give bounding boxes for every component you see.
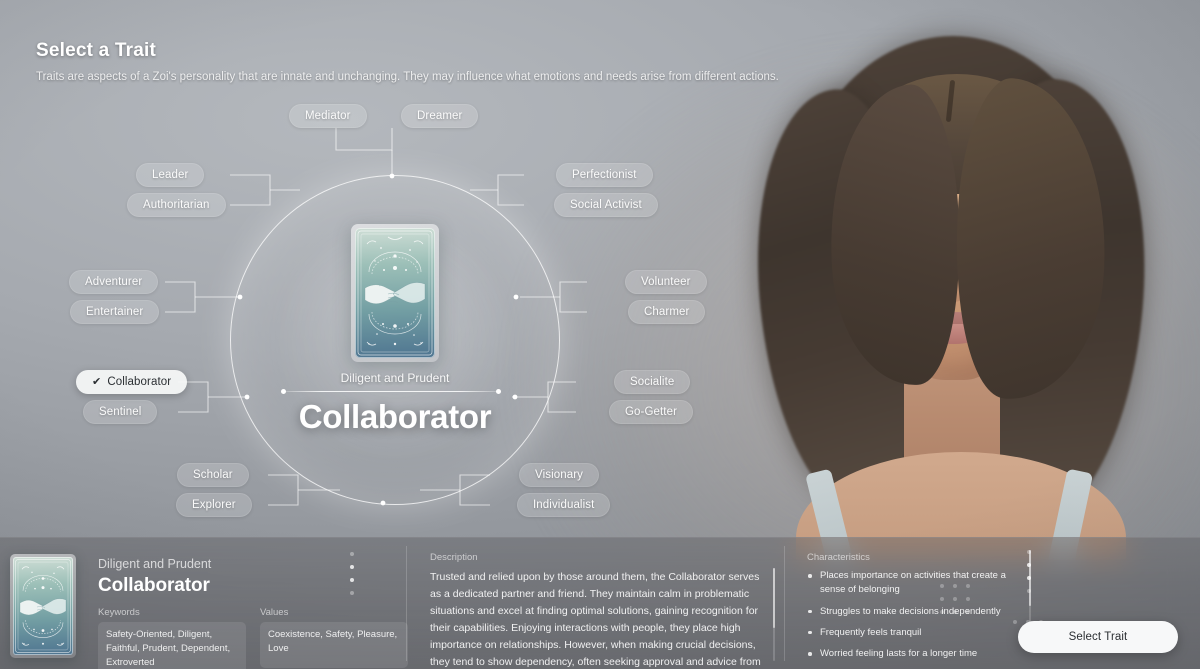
deco-dot [953, 610, 957, 614]
characteristics-page-dots[interactable] [1027, 550, 1031, 593]
page-dot[interactable] [1027, 576, 1031, 580]
detail-summary-block: Diligent and Prudent Collaborator Keywor… [0, 538, 410, 669]
keywords-group: Keywords Safety-Oriented, Diligent, Fait… [98, 607, 246, 669]
select-trait-button[interactable]: Select Trait [1018, 621, 1178, 653]
deco-dot [953, 597, 957, 601]
trait-card[interactable] [351, 224, 439, 362]
characteristics-label: Characteristics [807, 552, 870, 563]
keywords-value: Safety-Oriented, Diligent, Faithful, Pru… [98, 622, 246, 669]
detail-characteristics-block: Characteristics Places importance on act… [785, 538, 1200, 669]
trait-pill-explorer[interactable]: Explorer [176, 493, 252, 517]
description-text: Trusted and relied upon by those around … [430, 571, 761, 668]
detail-description-block: Description Trusted and relied upon by t… [410, 538, 785, 669]
values-value: Coexistence, Safety, Pleasure, Love [260, 622, 408, 668]
page-dot[interactable] [1027, 563, 1031, 567]
description-label: Description [430, 552, 478, 563]
deco-dot [966, 610, 970, 614]
trait-pill-collaborator-label: Collaborator [107, 376, 172, 388]
trait-pill-leader[interactable]: Leader [136, 163, 205, 187]
deco-dot [966, 597, 970, 601]
characteristics-list: Places importance on activities that cre… [807, 569, 1200, 669]
trait-pill-scholar[interactable]: Scholar [177, 463, 249, 487]
values-label: Values [260, 607, 289, 618]
trait-pill-authoritarian[interactable]: Authoritarian [127, 193, 226, 217]
list-item: Worried feeling lasts for a longer time [807, 647, 1032, 661]
page-dot[interactable] [350, 591, 354, 595]
trait-pill-perfectionist[interactable]: Perfectionist [556, 163, 653, 187]
deco-dot [1013, 620, 1017, 624]
decorative-dot-grid-2 [940, 584, 970, 614]
trait-center-divider [281, 389, 501, 394]
panel-divider-1 [406, 546, 407, 661]
trait-pill-mediator[interactable]: Mediator [289, 104, 367, 128]
keywords-values-row: Keywords Safety-Oriented, Diligent, Fait… [98, 607, 408, 669]
page-dot[interactable] [350, 565, 354, 569]
detail-trait-name: Collaborator [98, 575, 210, 596]
detail-info: Diligent and Prudent Collaborator Keywor… [98, 554, 408, 669]
deco-dot [940, 584, 944, 588]
left-panel-page-dots[interactable] [350, 552, 354, 595]
trait-pill-collaborator[interactable]: ✔ Collaborator [76, 370, 188, 394]
trait-pill-sentinel[interactable]: Sentinel [83, 400, 158, 424]
trait-pill-dreamer[interactable]: Dreamer [401, 104, 479, 128]
trait-pill-volunteer[interactable]: Volunteer [625, 270, 707, 294]
trait-pill-individualist[interactable]: Individualist [517, 493, 611, 517]
list-item: Frequently feels tranquil [807, 626, 1032, 640]
trait-detail-panel: Diligent and Prudent Collaborator Keywor… [0, 537, 1200, 669]
trait-pill-go-getter[interactable]: Go-Getter [609, 400, 694, 424]
deco-dot [940, 597, 944, 601]
page-dot[interactable] [350, 578, 354, 582]
trait-pill-charmer[interactable]: Charmer [628, 300, 706, 324]
trait-map: Mediator Dreamer Leader Authoritarian Pe… [0, 0, 720, 540]
trait-pill-entertainer[interactable]: Entertainer [70, 300, 160, 324]
keywords-label: Keywords [98, 607, 140, 618]
check-icon: ✔ [92, 375, 102, 388]
deco-dot [966, 584, 970, 588]
page-dot[interactable] [1027, 589, 1031, 593]
deco-dot [940, 610, 944, 614]
values-group: Values Coexistence, Safety, Pleasure, Lo… [260, 607, 408, 669]
trait-card-thumbnail [10, 554, 76, 658]
description-scrollbar-thumb[interactable] [773, 568, 775, 628]
trait-pill-social-activist[interactable]: Social Activist [554, 193, 658, 217]
detail-subtitle: Diligent and Prudent [98, 557, 212, 571]
trait-pill-adventurer[interactable]: Adventurer [69, 270, 159, 294]
trait-center-title: Collaborator [298, 398, 492, 435]
trait-pill-visionary[interactable]: Visionary [519, 463, 599, 487]
deco-dot [953, 584, 957, 588]
list-item: Struggles to make decisions independentl… [807, 605, 1032, 619]
app-stage: Select a Trait Traits are aspects of a Z… [0, 0, 1200, 669]
handshake-tarot-thumb-icon [13, 557, 73, 655]
page-dot[interactable] [350, 552, 354, 556]
trait-center-subtitle: Diligent and Prudent [340, 371, 450, 385]
list-item: Places importance on activities that cre… [807, 569, 1032, 598]
page-dot[interactable] [1027, 550, 1031, 554]
description-scrollbar-track[interactable] [773, 568, 775, 661]
handshake-tarot-card-icon [355, 228, 435, 358]
trait-pill-socialite[interactable]: Socialite [614, 370, 691, 394]
